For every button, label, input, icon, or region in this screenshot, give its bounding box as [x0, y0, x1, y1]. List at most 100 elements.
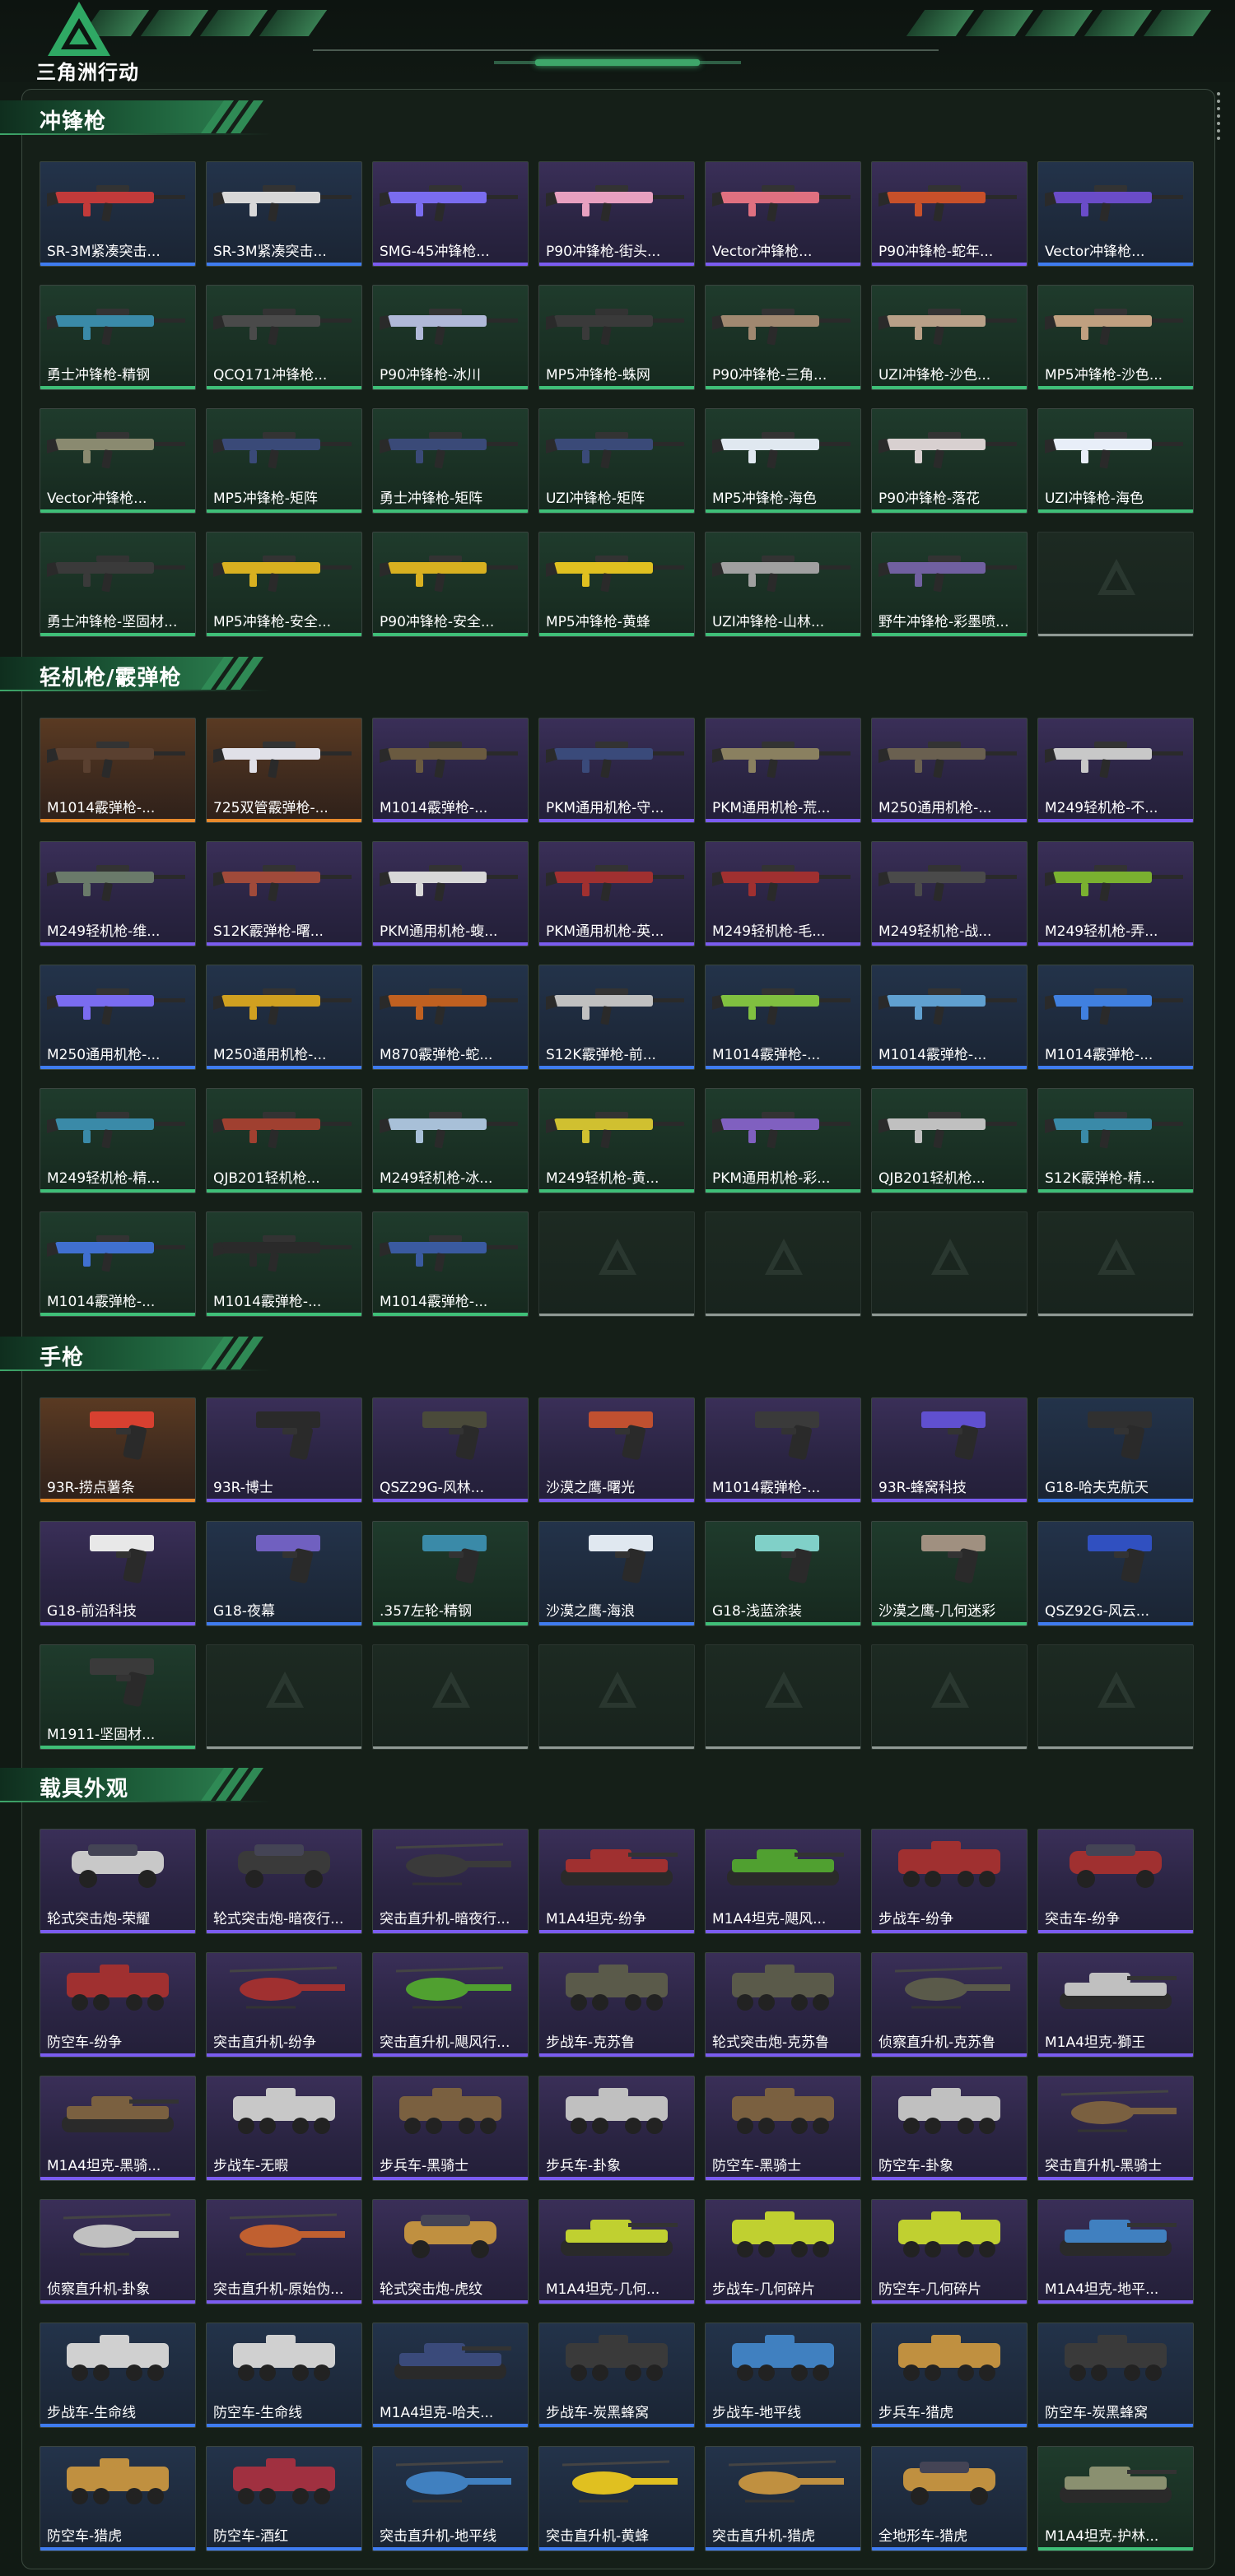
item-card[interactable]: M1A4坦克-纷争 [538, 1829, 695, 1934]
item-card[interactable]: M1A4坦克-哈夫... [372, 2323, 529, 2428]
item-card[interactable]: MP5冲锋枪-矩阵 [206, 408, 362, 514]
item-card[interactable]: UZI冲锋枪-沙色... [871, 285, 1028, 390]
item-card[interactable]: QCQ171冲锋枪... [206, 285, 362, 390]
item-card[interactable]: QJB201轻机枪... [206, 1088, 362, 1193]
item-card[interactable]: G18-夜幕 [206, 1521, 362, 1626]
item-card[interactable]: M1911-坚固材... [40, 1644, 196, 1750]
item-card[interactable]: P90冲锋枪-三角... [705, 285, 861, 390]
item-card[interactable]: 防空车-酒红 [206, 2446, 362, 2551]
item-card[interactable]: M249轻机枪-战... [871, 841, 1028, 946]
item-card[interactable]: 防空车-纷争 [40, 1952, 196, 2058]
item-card[interactable]: M249轻机枪-维... [40, 841, 196, 946]
item-card[interactable]: M1014霰弹枪-... [1037, 965, 1194, 1070]
item-card[interactable]: SR-3M紧凑突击... [206, 161, 362, 267]
item-card[interactable]: P90冲锋枪-街头... [538, 161, 695, 267]
item-card[interactable]: PKM通用机枪-英... [538, 841, 695, 946]
item-card[interactable]: M249轻机枪-弄... [1037, 841, 1194, 946]
item-card[interactable]: 沙漠之鹰-海浪 [538, 1521, 695, 1626]
item-card[interactable]: 突击直升机-猎虎 [705, 2446, 861, 2551]
item-card[interactable]: 步兵车-猎虎 [871, 2323, 1028, 2428]
item-card[interactable]: 突击直升机-黄蜂 [538, 2446, 695, 2551]
item-card[interactable]: M1014霰弹枪-... [871, 965, 1028, 1070]
item-card[interactable]: 沙漠之鹰-几何迷彩 [871, 1521, 1028, 1626]
item-card[interactable]: 93R-蜂窝科技 [871, 1397, 1028, 1503]
item-card[interactable]: M1014霰弹枪-... [40, 1211, 196, 1317]
item-card[interactable]: 突击直升机-纷争 [206, 1952, 362, 2058]
item-card[interactable]: UZI冲锋枪-矩阵 [538, 408, 695, 514]
item-card[interactable]: 防空车-几何碎片 [871, 2199, 1028, 2304]
item-card[interactable]: MP5冲锋枪-蛛网 [538, 285, 695, 390]
item-card[interactable]: 93R-博士 [206, 1397, 362, 1503]
item-card[interactable]: UZI冲锋枪-山林... [705, 532, 861, 637]
item-card[interactable]: S12K霰弹枪-曙... [206, 841, 362, 946]
item-card[interactable]: 突击直升机-飓风行... [372, 1952, 529, 2058]
item-card[interactable]: M249轻机枪-黄... [538, 1088, 695, 1193]
item-card[interactable]: 步战车-无暇 [206, 2076, 362, 2181]
item-card[interactable]: 步战车-几何碎片 [705, 2199, 861, 2304]
item-card[interactable]: SMG-45冲锋枪... [372, 161, 529, 267]
item-card[interactable]: 轮式突击炮-克苏鲁 [705, 1952, 861, 2058]
item-card[interactable]: MP5冲锋枪-安全... [206, 532, 362, 637]
item-card[interactable]: P90冲锋枪-蛇年... [871, 161, 1028, 267]
item-card[interactable]: S12K霰弹枪-精... [1037, 1088, 1194, 1193]
item-card[interactable]: M1014霰弹枪-... [372, 718, 529, 823]
item-card[interactable]: M1014霰弹枪-... [206, 1211, 362, 1317]
item-card[interactable]: 步战车-生命线 [40, 2323, 196, 2428]
item-card[interactable]: 步兵车-卦象 [538, 2076, 695, 2181]
item-card[interactable]: SR-3M紧凑突击... [40, 161, 196, 267]
item-card[interactable]: PKM通用机枪-彩... [705, 1088, 861, 1193]
item-card[interactable]: 全地形车-猎虎 [871, 2446, 1028, 2551]
item-card[interactable]: 侦察直升机-卦象 [40, 2199, 196, 2304]
item-card[interactable]: 轮式突击炮-荣耀 [40, 1829, 196, 1934]
item-card[interactable]: S12K霰弹枪-前... [538, 965, 695, 1070]
item-card[interactable]: QSZ92G-风云... [1037, 1521, 1194, 1626]
item-card[interactable]: 防空车-卦象 [871, 2076, 1028, 2181]
item-card[interactable]: M870霰弹枪-蛇... [372, 965, 529, 1070]
item-card[interactable]: 勇士冲锋枪-精钢 [40, 285, 196, 390]
item-card[interactable]: 防空车-黑骑士 [705, 2076, 861, 2181]
item-card[interactable]: M1A4坦克-几何... [538, 2199, 695, 2304]
item-card[interactable]: M249轻机枪-不... [1037, 718, 1194, 823]
item-card[interactable]: .357左轮-精钢 [372, 1521, 529, 1626]
item-card[interactable]: 轮式突击炮-虎纹 [372, 2199, 529, 2304]
item-card[interactable]: P90冲锋枪-落花 [871, 408, 1028, 514]
item-card[interactable]: 步兵车-黑骑士 [372, 2076, 529, 2181]
item-card[interactable]: MP5冲锋枪-黄蜂 [538, 532, 695, 637]
item-card[interactable]: M250通用机枪-... [206, 965, 362, 1070]
item-card[interactable]: M249轻机枪-毛... [705, 841, 861, 946]
item-card[interactable]: MP5冲锋枪-海色 [705, 408, 861, 514]
item-card[interactable]: M1A4坦克-獅王 [1037, 1952, 1194, 2058]
item-card[interactable]: QSZ29G-风林... [372, 1397, 529, 1503]
item-card[interactable]: 轮式突击炮-暗夜行... [206, 1829, 362, 1934]
item-card[interactable]: M1014霰弹枪-... [372, 1211, 529, 1317]
item-card[interactable]: M1A4坦克-飓风... [705, 1829, 861, 1934]
item-card[interactable]: 突击直升机-原始伪... [206, 2199, 362, 2304]
item-card[interactable]: 突击直升机-地平线 [372, 2446, 529, 2551]
item-card[interactable]: M1A4坦克-地平... [1037, 2199, 1194, 2304]
item-card[interactable]: 93R-捞点薯条 [40, 1397, 196, 1503]
item-card[interactable]: 步战车-克苏鲁 [538, 1952, 695, 2058]
item-card[interactable]: 勇士冲锋枪-矩阵 [372, 408, 529, 514]
item-card[interactable]: 步战车-地平线 [705, 2323, 861, 2428]
item-card[interactable]: PKM通用机枪-蝮... [372, 841, 529, 946]
item-card[interactable]: 野牛冲锋枪-彩墨喷... [871, 532, 1028, 637]
item-card[interactable]: PKM通用机枪-荒... [705, 718, 861, 823]
item-card[interactable]: M250通用机枪-... [871, 718, 1028, 823]
item-card[interactable]: QJB201轻机枪... [871, 1088, 1028, 1193]
item-card[interactable]: 突击直升机-黑骑士 [1037, 2076, 1194, 2181]
item-card[interactable]: MP5冲锋枪-沙色... [1037, 285, 1194, 390]
item-card[interactable]: P90冲锋枪-冰川 [372, 285, 529, 390]
item-card[interactable]: G18-浅蓝涂装 [705, 1521, 861, 1626]
scrollbar[interactable] [1217, 92, 1222, 150]
item-card[interactable]: 步战车-炭黑蜂窝 [538, 2323, 695, 2428]
item-card[interactable]: G18-前沿科技 [40, 1521, 196, 1626]
item-card[interactable]: M1A4坦克-黑骑... [40, 2076, 196, 2181]
item-card[interactable]: M249轻机枪-冰... [372, 1088, 529, 1193]
item-card[interactable]: 沙漠之鹰-曙光 [538, 1397, 695, 1503]
item-card[interactable]: 突击直升机-暗夜行... [372, 1829, 529, 1934]
item-card[interactable]: Vector冲锋枪... [705, 161, 861, 267]
item-card[interactable]: M1A4坦克-护林... [1037, 2446, 1194, 2551]
item-card[interactable]: M250通用机枪-... [40, 965, 196, 1070]
item-card[interactable]: 勇士冲锋枪-坚固材... [40, 532, 196, 637]
item-card[interactable]: 725双管霰弹枪-... [206, 718, 362, 823]
